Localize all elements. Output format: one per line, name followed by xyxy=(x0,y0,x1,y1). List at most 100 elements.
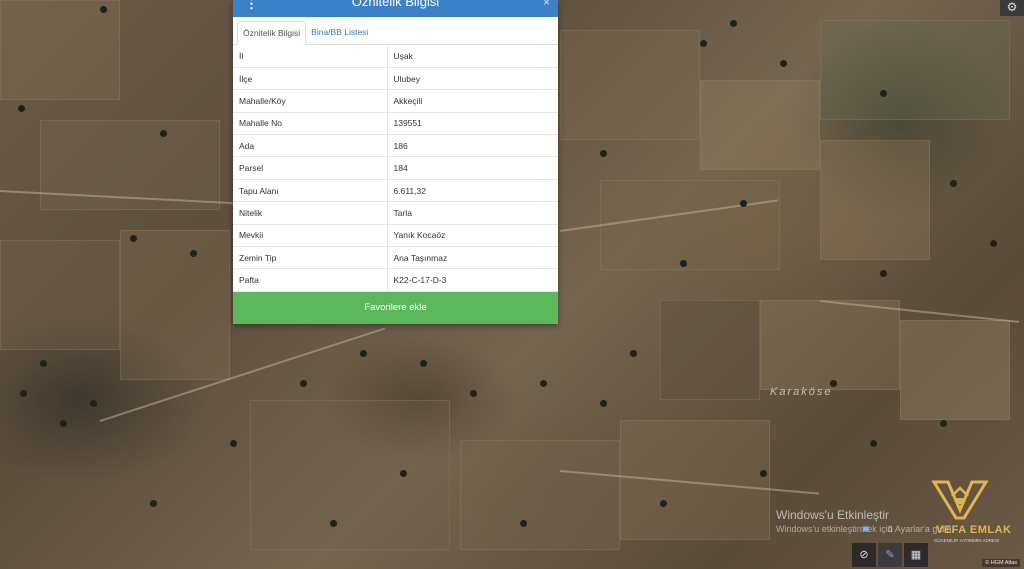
row-value: Yanık Kocaöz xyxy=(387,224,558,248)
row-value: 6.611,32 xyxy=(387,179,558,203)
map-parcel xyxy=(0,0,120,100)
map-parcel xyxy=(820,20,1010,120)
gear-icon: ⚙ xyxy=(1006,0,1018,14)
map-tree xyxy=(420,360,427,367)
row-value: 186 xyxy=(387,134,558,158)
map-tree xyxy=(520,520,527,527)
map-tree xyxy=(940,420,947,427)
settings-button[interactable]: ⚙ xyxy=(1000,0,1024,16)
map-tree xyxy=(990,240,997,247)
row-key: Mahalle/Köy xyxy=(233,89,388,113)
attribute-table: İl Uşak İlçe Ulubey Mahalle/Köy Akkeçili Ma… xyxy=(233,45,558,292)
row-key: Mevkii xyxy=(233,224,388,248)
map-place-label: Karaköse xyxy=(770,386,833,398)
map-tree xyxy=(730,20,737,27)
row-value: Tarla xyxy=(387,201,558,225)
map-attribution: © HGM Atlas xyxy=(982,559,1020,567)
map-parcel xyxy=(120,230,230,380)
map-tree xyxy=(130,235,137,242)
map-parcel xyxy=(900,320,1010,420)
map-tree xyxy=(700,40,707,47)
pen-icon: ✎ xyxy=(885,549,895,561)
map-tree xyxy=(880,270,887,277)
map-tree xyxy=(360,350,367,357)
map-parcel xyxy=(760,300,900,390)
map-tree xyxy=(630,350,637,357)
map-tree xyxy=(90,400,97,407)
row-key: Parsel xyxy=(233,156,388,180)
table-row: İl Uşak xyxy=(233,45,558,68)
table-row: Tapu Alanı 6.611,32 xyxy=(233,179,558,203)
table-row: Mahalle No 139551 xyxy=(233,112,558,136)
table-row: Mevkii Yanık Kocaöz xyxy=(233,224,558,248)
map-tree xyxy=(400,470,407,477)
map-tree xyxy=(880,90,887,97)
map-icon: ▦ xyxy=(910,549,922,561)
row-value: K22-C-17-D-3 xyxy=(387,268,558,292)
attribute-panel: ⋮ Öznitelik Bilgisi × Öznitelik Bilgisi … xyxy=(233,0,558,324)
panel-title: Öznitelik Bilgisi xyxy=(351,0,440,9)
row-value: Ulubey xyxy=(387,67,558,91)
map-tree xyxy=(780,60,787,67)
table-row: Mahalle/Köy Akkeçili xyxy=(233,89,558,113)
tab-attribute-info[interactable]: Öznitelik Bilgisi xyxy=(237,21,307,45)
activation-watermark-title: Windows'u Etkinleştir xyxy=(776,508,889,522)
map-tree xyxy=(18,105,25,112)
layer-hide-button[interactable]: ⊘ xyxy=(852,543,876,567)
row-value: Akkeçili xyxy=(387,89,558,113)
map-tree xyxy=(760,470,767,477)
row-value: 139551 xyxy=(387,112,558,136)
table-row: Zemin Tip Ana Taşınmaz xyxy=(233,246,558,270)
tab-building-list[interactable]: Bina/BB Listesi xyxy=(306,21,373,45)
map-tree xyxy=(150,500,157,507)
map-parcel xyxy=(0,240,120,350)
add-to-favorites-button[interactable]: Favorilere ekle xyxy=(233,292,558,324)
map-tree xyxy=(20,390,27,397)
row-key: Nitelik xyxy=(233,201,388,225)
row-key: İl xyxy=(233,45,388,68)
map-tree xyxy=(100,6,107,13)
table-row: Pafta K22-C-17-D-3 xyxy=(233,268,558,292)
map-parcel xyxy=(660,300,760,400)
logo-tagline: GÜVENİLİR YATIRIMIN ADRESİ xyxy=(934,538,1000,543)
map-tree xyxy=(470,390,477,397)
panel-header: ⋮ Öznitelik Bilgisi × xyxy=(233,0,558,17)
map-tree xyxy=(600,400,607,407)
close-icon[interactable]: × xyxy=(543,0,550,9)
row-key: Tapu Alanı xyxy=(233,179,388,203)
table-row: İlçe Ulubey xyxy=(233,67,558,91)
logo-name: VEFA EMLAK xyxy=(936,524,1012,536)
tray-battery-icon: ▯ xyxy=(888,524,893,533)
map-tree xyxy=(680,260,687,267)
map-view-button[interactable]: ▦ xyxy=(904,543,928,567)
map-parcel xyxy=(600,180,780,270)
map-tree xyxy=(330,520,337,527)
map-parcel xyxy=(700,80,820,170)
map-tree xyxy=(740,200,747,207)
table-row: Nitelik Tarla xyxy=(233,201,558,225)
map-tree xyxy=(950,180,957,187)
row-key: Mahalle No xyxy=(233,112,388,136)
row-value: Ana Taşınmaz xyxy=(387,246,558,270)
map-tree xyxy=(600,150,607,157)
map-tree xyxy=(160,130,167,137)
map-tree xyxy=(40,360,47,367)
house-v-logo-icon xyxy=(931,480,989,520)
map-tree xyxy=(230,440,237,447)
map-parcel xyxy=(560,30,700,140)
row-key: Ada xyxy=(233,134,388,158)
map-parcel xyxy=(460,440,620,550)
tray-network-icon: ▣ xyxy=(862,524,870,533)
map-tree xyxy=(870,440,877,447)
map-tree xyxy=(660,500,667,507)
table-row: Ada 186 xyxy=(233,134,558,158)
row-key: İlçe xyxy=(233,67,388,91)
eye-off-icon: ⊘ xyxy=(859,549,869,561)
vefa-emlak-logo: VEFA EMLAK GÜVENİLİR YATIRIMIN ADRESİ xyxy=(918,472,1014,548)
panel-tabs: Öznitelik Bilgisi Bina/BB Listesi xyxy=(233,17,558,45)
table-row: Parsel 184 xyxy=(233,156,558,180)
map-parcel xyxy=(250,400,450,550)
row-key: Zemin Tip xyxy=(233,246,388,270)
draw-tool-button[interactable]: ✎ xyxy=(878,543,902,567)
map-parcel xyxy=(620,420,770,540)
